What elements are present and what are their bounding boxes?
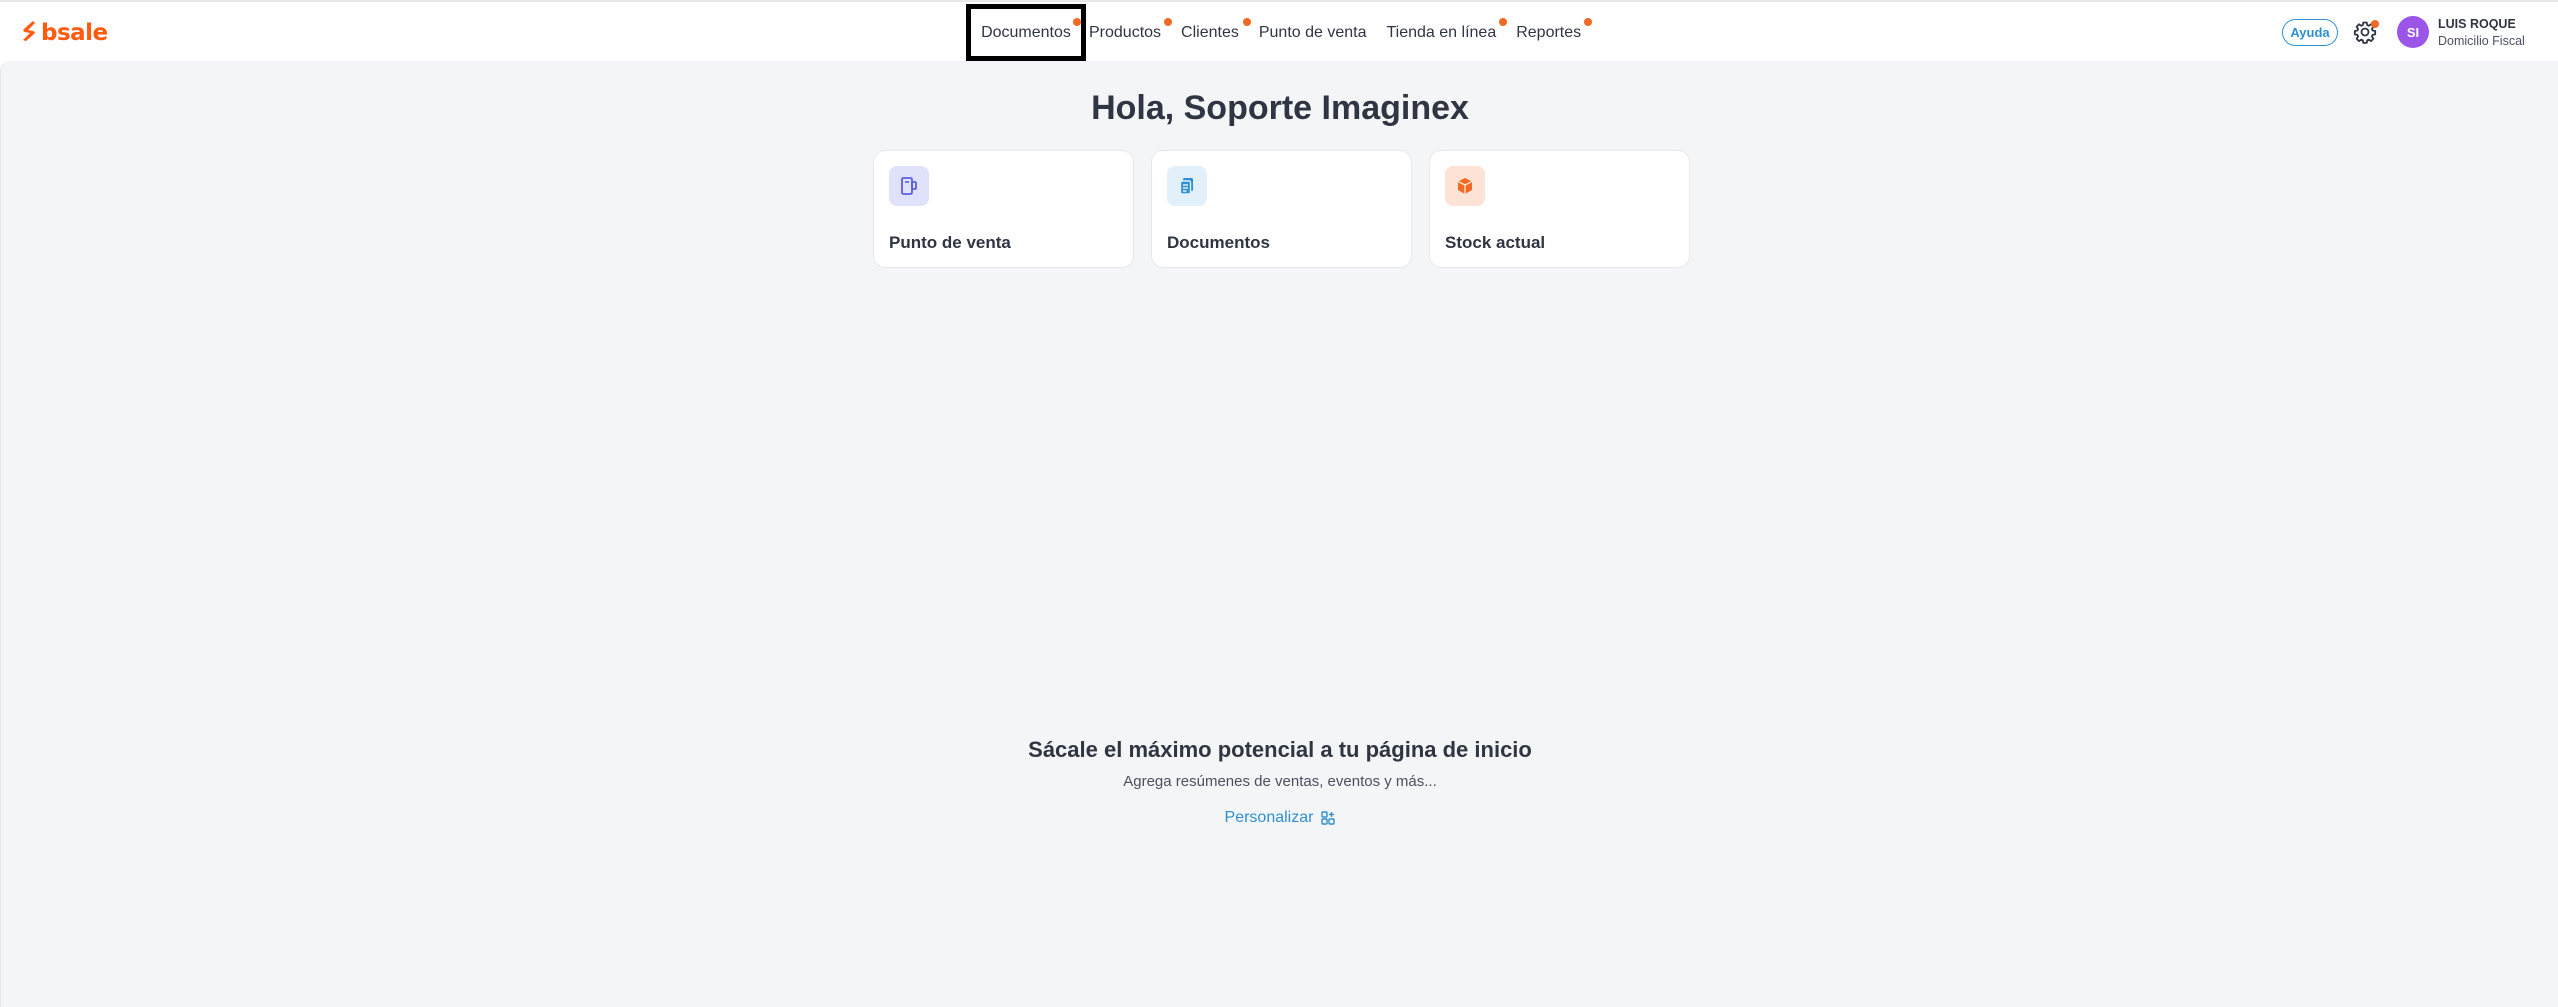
pos-terminal-icon (889, 166, 929, 206)
avatar[interactable]: SI (2397, 16, 2429, 48)
bsale-logo[interactable]: bsale (20, 20, 108, 46)
document-icon (1167, 166, 1207, 206)
widgets-icon (1321, 811, 1336, 825)
nav-clientes[interactable]: Clientes (1181, 4, 1253, 61)
user-name[interactable]: LUIS ROQUE (2438, 17, 2516, 31)
nav-label: Reportes (1516, 23, 1582, 41)
nav-reportes[interactable]: Reportes (1516, 4, 1593, 61)
notification-dot (1499, 18, 1508, 26)
notification-dot (1164, 18, 1173, 26)
nav-productos[interactable]: Productos (1089, 4, 1175, 61)
settings-notification-dot (2371, 20, 2379, 28)
customize-promo-title: Sácale el máximo potencial a tu página d… (1028, 737, 1532, 762)
logo-text: bsale (41, 20, 108, 46)
shortcut-card-punto-de-venta[interactable]: Punto de venta (873, 150, 1134, 268)
card-label: Stock actual (1445, 233, 1546, 252)
card-label: Documentos (1167, 233, 1270, 252)
nav-documentos[interactable]: Documentos (966, 4, 1086, 61)
nav-label: Clientes (1181, 23, 1239, 41)
personalize-button[interactable]: Personalizar (1, 809, 2558, 827)
nav-label: Documentos (981, 23, 1071, 41)
nav-label: Tienda en línea (1386, 23, 1497, 41)
nav-tienda-en-linea[interactable]: Tienda en línea (1387, 4, 1517, 61)
shortcut-card-documentos[interactable]: Documentos (1151, 150, 1412, 268)
page-title: Hola, Soporte Imaginex (1091, 89, 1469, 127)
notification-dot (1073, 18, 1081, 26)
shortcut-card-stock-actual[interactable]: Stock actual (1429, 150, 1690, 268)
card-label: Punto de venta (889, 233, 1011, 252)
notification-dot (1584, 18, 1593, 26)
nav-punto-de-venta[interactable]: Punto de venta (1259, 4, 1387, 61)
help-button[interactable]: Ayuda (2282, 19, 2338, 46)
personalize-label: Personalizar (1224, 809, 1314, 826)
nav-label: Punto de venta (1258, 23, 1367, 41)
main-nav: Documentos Productos Clientes Punto de v… (966, 4, 1593, 61)
customize-promo-subtitle: Agrega resúmenes de ventas, eventos y má… (1123, 773, 1437, 790)
main-content: Hola, Soporte Imaginex Punto de venta Do… (0, 61, 2558, 1007)
bsale-logo-icon (23, 21, 35, 41)
notification-dot (1242, 18, 1251, 26)
user-branch[interactable]: Domicilio Fiscal (2438, 34, 2525, 48)
box-icon (1445, 166, 1485, 206)
top-navbar: bsale Documentos Productos Clientes Punt… (0, 0, 2558, 61)
nav-label: Productos (1089, 23, 1162, 41)
